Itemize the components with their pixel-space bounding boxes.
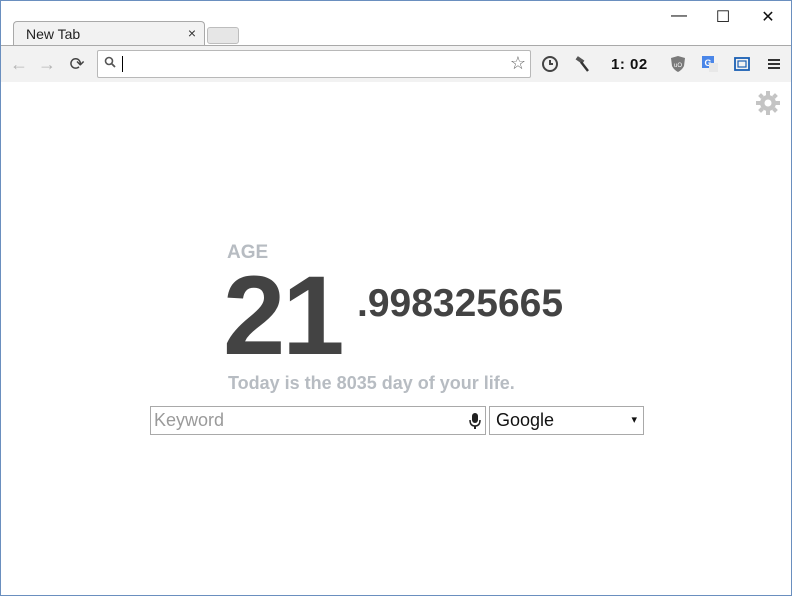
forward-arrow-icon[interactable]: → (37, 54, 57, 75)
clock-icon[interactable] (541, 55, 559, 73)
reload-icon[interactable]: ⟳ (67, 54, 87, 75)
screen-capture-icon[interactable] (733, 55, 751, 73)
toolbar: ← → ⟳ ☆ 1: 02 uO G (1, 45, 791, 83)
chevron-down-icon: ▾ (631, 414, 637, 426)
title-bar: New Tab × — ☐ ✕ (1, 1, 791, 46)
keyword-box[interactable] (150, 406, 486, 435)
address-bar[interactable]: ☆ (97, 50, 531, 78)
google-translate-icon[interactable]: G (701, 55, 719, 73)
age-integer: 21 (223, 253, 345, 378)
hammer-icon[interactable] (573, 55, 591, 73)
search-engine-select[interactable]: Google ▾ (489, 406, 644, 435)
ublock-icon[interactable]: uO (669, 55, 687, 73)
gear-icon[interactable] (755, 90, 781, 116)
tab-title: New Tab (26, 26, 81, 42)
close-tab-icon[interactable]: × (188, 25, 196, 41)
search-engine-value: Google (496, 410, 555, 430)
tab-new-tab[interactable]: New Tab × (13, 21, 205, 46)
page-content: AGE 21 .998325665 Today is the 8035 day … (1, 82, 791, 595)
timer-readout[interactable]: 1: 02 (611, 56, 648, 73)
new-tab-button[interactable] (207, 27, 239, 44)
svg-text:uO: uO (674, 63, 682, 69)
star-icon[interactable]: ☆ (510, 53, 526, 74)
menu-icon[interactable] (765, 55, 783, 73)
today-text: Today is the 8035 day of your life. (228, 373, 515, 393)
back-arrow-icon[interactable]: ← (9, 54, 29, 75)
keyword-input[interactable] (154, 409, 454, 431)
minimize-icon[interactable]: — (669, 7, 689, 25)
text-caret (122, 56, 123, 72)
maximize-icon[interactable]: ☐ (713, 7, 733, 27)
microphone-icon[interactable] (469, 412, 481, 430)
close-window-icon[interactable]: ✕ (758, 7, 778, 27)
browser-window: New Tab × — ☐ ✕ ← → ⟳ ☆ 1: 02 uO G AGE 2… (0, 0, 792, 596)
search-icon (104, 56, 116, 68)
age-decimal: .998325665 (357, 282, 564, 325)
